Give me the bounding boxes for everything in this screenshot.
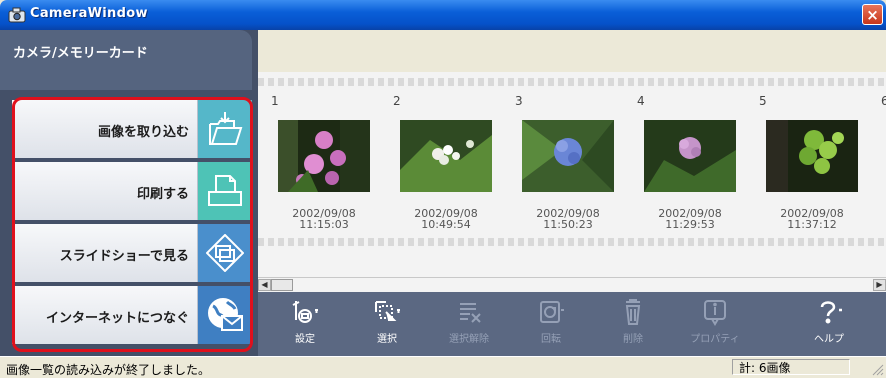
- scroll-left-button[interactable]: ◀: [258, 279, 271, 291]
- sidebar-item-label: 画像を取り込む: [97, 125, 189, 140]
- settings-icon: [292, 301, 318, 323]
- image-count: 計: 6画像: [732, 359, 850, 375]
- title-bar: CameraWindow ×: [0, 0, 886, 30]
- window-title: CameraWindow: [30, 6, 148, 21]
- film-perforation: [258, 238, 886, 246]
- deselect-icon: [460, 303, 481, 323]
- thumbnail-image[interactable]: [278, 120, 370, 192]
- thumbnail-number: 5: [759, 94, 767, 108]
- thumbnail-time: 11:37:12: [787, 218, 837, 231]
- thumbnail-time: 11:50:23: [543, 218, 593, 231]
- thumbnail-time: 11:29:53: [665, 218, 715, 231]
- rotate-button[interactable]: 回転: [516, 298, 586, 354]
- resize-grip-icon[interactable]: [872, 364, 884, 376]
- sidebar-item-internet[interactable]: インターネットにつなぐ: [12, 286, 252, 346]
- toolbar-label: 削除: [623, 334, 643, 345]
- thumbnail-number: 1: [271, 94, 279, 108]
- sidebar-item-print[interactable]: 印刷する: [12, 162, 252, 222]
- select-button[interactable]: 選択: [352, 298, 422, 354]
- toolbar-label: ヘルプ: [814, 334, 844, 345]
- slideshow-icon[interactable]: [198, 224, 252, 282]
- toolbar: 設定 選択 選択解除 回転 削除 プロパティ ヘルプ: [258, 292, 886, 356]
- status-message: 画像一覧の読み込みが終了しました。: [6, 363, 211, 377]
- properties-button[interactable]: プロパティ: [680, 298, 750, 354]
- sidebar-item-label: インターネットにつなぐ: [45, 311, 189, 326]
- deselect-button[interactable]: 選択解除: [434, 298, 504, 354]
- info-icon: [704, 300, 726, 326]
- internet-mail-icon[interactable]: [198, 286, 252, 344]
- sidebar-title: カメラ/メモリーカード: [13, 46, 148, 61]
- toolbar-label: 選択解除: [449, 334, 489, 345]
- select-icon: [375, 301, 400, 321]
- trash-icon: [625, 299, 641, 325]
- thumbnail-image[interactable]: [644, 120, 736, 192]
- thumbnail-image[interactable]: [766, 120, 858, 192]
- toolbar-label: プロパティ: [690, 334, 740, 345]
- thumbnail-number: 6: [881, 94, 886, 108]
- sidebar-item-import[interactable]: 画像を取り込む: [12, 100, 252, 160]
- close-button[interactable]: ×: [862, 4, 883, 25]
- sidebar-header: カメラ/メモリーカード: [0, 30, 252, 90]
- delete-button[interactable]: 削除: [598, 298, 668, 354]
- help-button[interactable]: ヘルプ: [794, 298, 864, 354]
- camera-app-icon: [8, 7, 26, 23]
- toolbar-label: 設定: [295, 334, 315, 345]
- sidebar-item-label: スライドショーで見る: [59, 249, 189, 264]
- status-bar: 画像一覧の読み込みが終了しました。 計: 6画像: [0, 356, 886, 378]
- sidebar-item-slideshow[interactable]: スライドショーで見る: [12, 224, 252, 284]
- thumbnail-image[interactable]: [522, 120, 614, 192]
- thumbnail-number: 3: [515, 94, 523, 108]
- print-icon[interactable]: [198, 162, 252, 220]
- sidebar-item-label: 印刷する: [136, 187, 189, 202]
- scroll-right-button[interactable]: ▶: [873, 279, 886, 291]
- help-icon: [820, 301, 842, 324]
- sidebar: カメラ/メモリーカード 画像を取り込む 印刷する スライドショーで見る インター…: [0, 30, 258, 356]
- rotate-icon: [540, 301, 564, 323]
- thumbnail-strip: 1 2002/09/08 11:15:03 2 2002/09/08 10:49…: [258, 72, 886, 277]
- horizontal-scrollbar[interactable]: ◀ ▶: [258, 277, 886, 292]
- settings-button[interactable]: 設定: [270, 298, 340, 354]
- thumbnail-number: 4: [637, 94, 645, 108]
- film-perforation: [258, 78, 886, 86]
- thumbnail-image[interactable]: [400, 120, 492, 192]
- toolbar-label: 選択: [377, 334, 397, 345]
- toolbar-label: 回転: [541, 334, 561, 345]
- scroll-thumb[interactable]: [271, 279, 293, 291]
- thumbnail-time: 10:49:54: [421, 218, 471, 231]
- thumbnail-time: 11:15:03: [299, 218, 349, 231]
- thumbnail-number: 2: [393, 94, 401, 108]
- import-folder-icon[interactable]: [198, 100, 252, 158]
